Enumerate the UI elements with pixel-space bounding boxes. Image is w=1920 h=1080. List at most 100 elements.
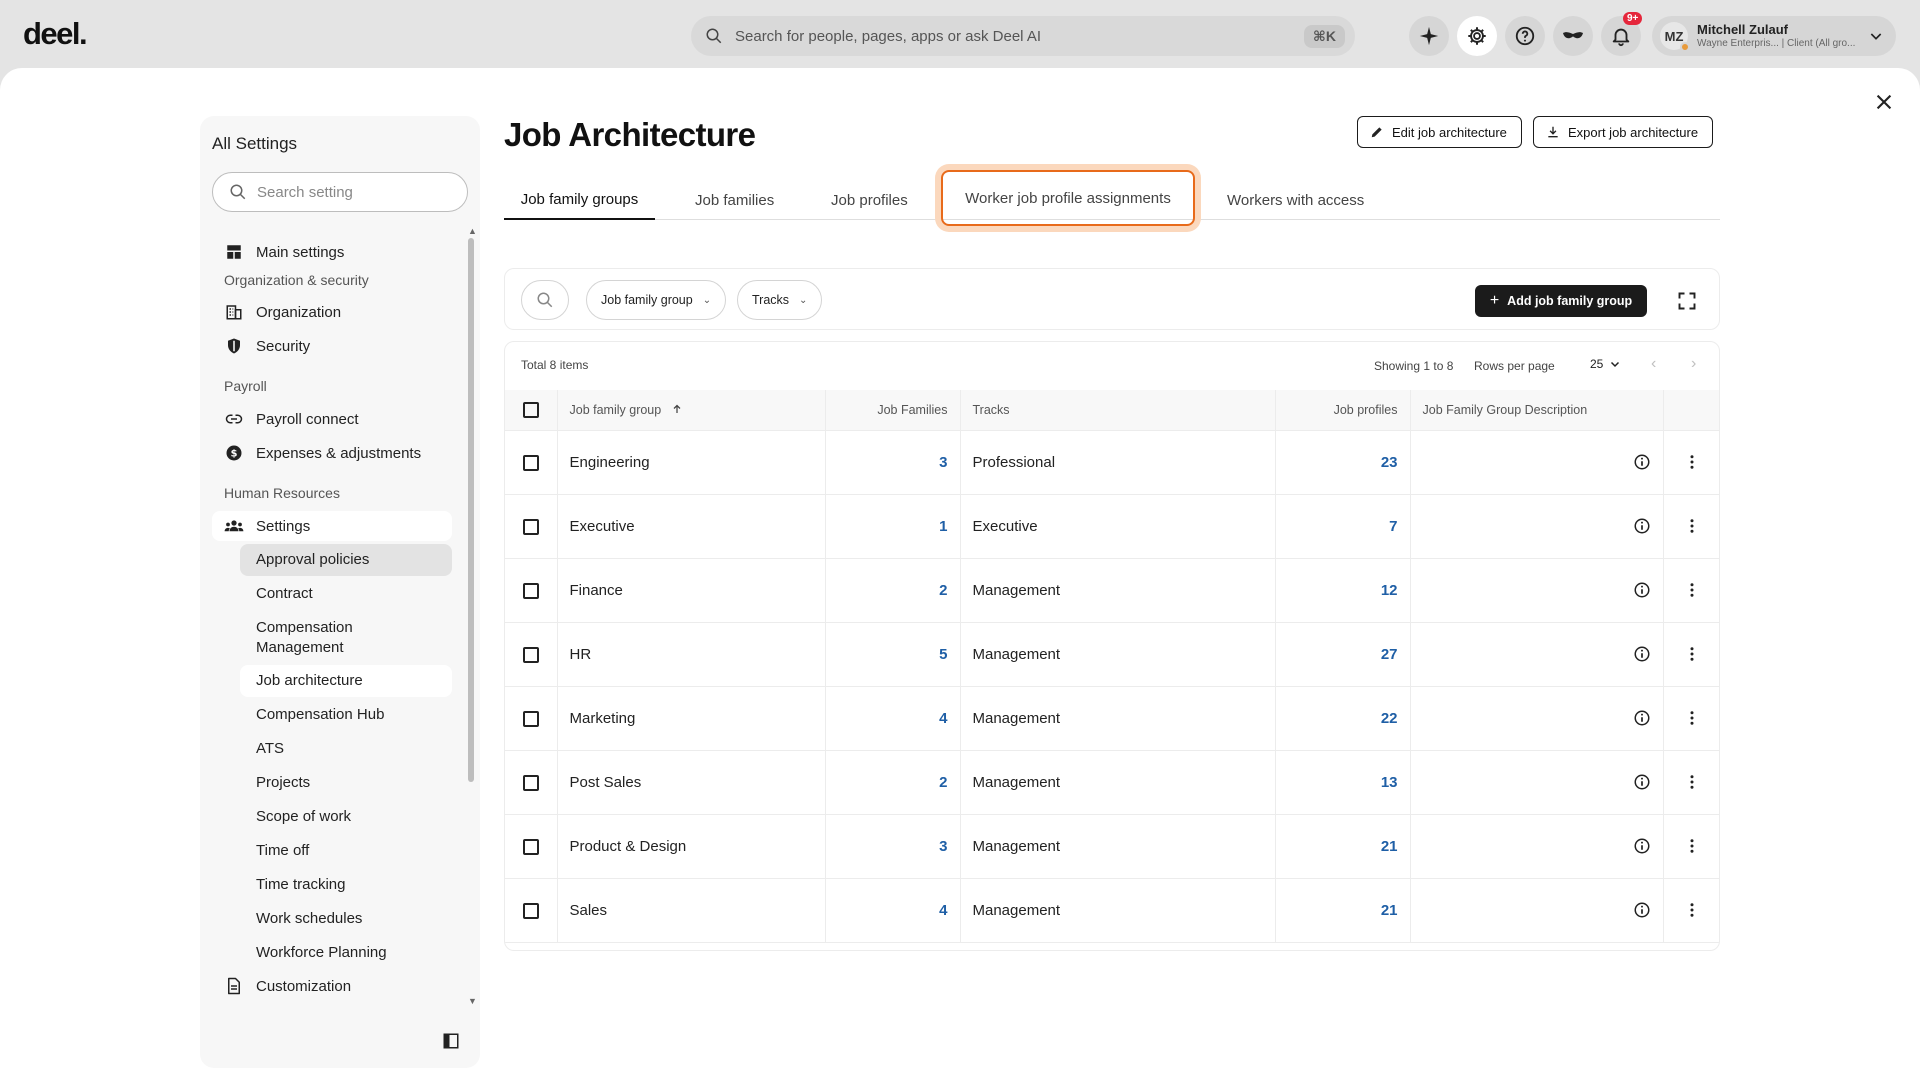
- sidebar-item-security[interactable]: Security: [212, 331, 452, 361]
- sidebar-sub-time-off[interactable]: Time off: [240, 835, 452, 867]
- sidebar-sub-projects[interactable]: Projects: [240, 767, 452, 799]
- sidebar-item-customization[interactable]: Customization: [212, 971, 452, 1001]
- info-icon[interactable]: [1633, 645, 1651, 663]
- cell-job-profiles-link[interactable]: 21: [1275, 814, 1411, 879]
- row-checkbox[interactable]: [522, 518, 539, 535]
- col-job-family-group[interactable]: Job family group: [557, 390, 826, 431]
- add-job-family-group-button[interactable]: + Add job family group: [1475, 285, 1647, 317]
- info-icon[interactable]: [1633, 517, 1651, 535]
- job-family-group-filter[interactable]: Job family group ⌄: [586, 280, 727, 320]
- cell-job-families-link[interactable]: 5: [825, 622, 961, 687]
- more-vertical-icon[interactable]: [1683, 709, 1701, 727]
- col-tracks[interactable]: Tracks: [960, 390, 1276, 431]
- sidebar-sub-time-tracking[interactable]: Time tracking: [240, 869, 452, 901]
- cell-job-profiles-link[interactable]: 23: [1275, 430, 1411, 495]
- row-checkbox[interactable]: [522, 774, 539, 791]
- cell-job-profiles-link[interactable]: 21: [1275, 878, 1411, 943]
- cell-job-families-link[interactable]: 3: [825, 430, 961, 495]
- settings-button[interactable]: [1457, 16, 1497, 56]
- row-checkbox[interactable]: [522, 582, 539, 599]
- sidebar-item-organization[interactable]: Organization: [212, 297, 452, 327]
- export-job-architecture-button[interactable]: Export job architecture: [1533, 116, 1714, 148]
- select-all-checkbox[interactable]: [522, 401, 539, 418]
- cell-job-families-link[interactable]: 4: [825, 878, 961, 943]
- collapse-sidebar-icon[interactable]: [442, 1032, 460, 1050]
- user-menu[interactable]: MZ Mitchell Zulauf Wayne Enterpris... | …: [1652, 16, 1896, 56]
- col-job-profiles[interactable]: Job profiles: [1275, 390, 1411, 431]
- cell-job-families-link[interactable]: 2: [825, 750, 961, 815]
- info-icon[interactable]: [1633, 581, 1651, 599]
- cell-job-profiles-link[interactable]: 22: [1275, 686, 1411, 751]
- cell-job-profiles-link[interactable]: 12: [1275, 558, 1411, 623]
- row-checkbox[interactable]: [522, 710, 539, 727]
- mask-button[interactable]: [1553, 16, 1593, 56]
- table-row[interactable]: Marketing 4 Management 22: [505, 686, 1719, 751]
- sidebar-sub-compensation-hub[interactable]: Compensation Hub: [240, 699, 452, 731]
- deel-logo[interactable]: deel.: [23, 16, 88, 52]
- tab-job-family-groups[interactable]: Job family groups: [504, 180, 655, 220]
- row-checkbox[interactable]: [522, 902, 539, 919]
- fullscreen-icon[interactable]: [1677, 291, 1697, 311]
- next-page-icon[interactable]: ›: [1691, 355, 1696, 373]
- table-row[interactable]: Post Sales 2 Management 13: [505, 750, 1719, 815]
- info-icon[interactable]: [1633, 901, 1651, 919]
- tab-job-families[interactable]: Job families: [695, 180, 774, 220]
- setting-search-input[interactable]: Search setting: [212, 172, 468, 212]
- row-checkbox[interactable]: [522, 454, 539, 471]
- table-row[interactable]: Executive 1 Executive 7: [505, 494, 1719, 559]
- sidebar-item-expenses[interactable]: $ Expenses & adjustments: [212, 438, 452, 468]
- table-row[interactable]: Engineering 3 Professional 23: [505, 430, 1719, 495]
- sidebar-sub-approval-policies[interactable]: Approval policies: [240, 544, 452, 576]
- scroll-down-icon[interactable]: ▼: [468, 996, 477, 1006]
- info-icon[interactable]: [1633, 453, 1651, 471]
- tab-worker-job-profile-assignments[interactable]: Worker job profile assignments: [941, 170, 1195, 226]
- more-vertical-icon[interactable]: [1683, 837, 1701, 855]
- sidebar-scrollbar[interactable]: [468, 238, 474, 782]
- sidebar-sub-job-architecture[interactable]: Job architecture: [240, 665, 452, 697]
- ai-sparkle-button[interactable]: [1409, 16, 1449, 56]
- cell-job-profiles-link[interactable]: 13: [1275, 750, 1411, 815]
- edit-job-architecture-button[interactable]: Edit job architecture: [1357, 116, 1522, 148]
- more-vertical-icon[interactable]: [1683, 453, 1701, 471]
- sidebar-sub-scope-of-work[interactable]: Scope of work: [240, 801, 452, 833]
- cell-job-profiles-link[interactable]: 27: [1275, 622, 1411, 687]
- more-vertical-icon[interactable]: [1683, 581, 1701, 599]
- sidebar-sub-ats[interactable]: ATS: [240, 733, 452, 765]
- cell-job-families-link[interactable]: 1: [825, 494, 961, 559]
- row-checkbox[interactable]: [522, 646, 539, 663]
- more-vertical-icon[interactable]: [1683, 517, 1701, 535]
- info-icon[interactable]: [1633, 709, 1651, 727]
- row-checkbox[interactable]: [522, 838, 539, 855]
- table-row[interactable]: Finance 2 Management 12: [505, 558, 1719, 623]
- tab-job-profiles[interactable]: Job profiles: [831, 180, 908, 220]
- table-row[interactable]: Product & Design 3 Management 21: [505, 814, 1719, 879]
- sidebar-item-main-settings[interactable]: Main settings: [212, 237, 452, 267]
- rows-per-page-select[interactable]: 25: [1590, 357, 1621, 371]
- tab-workers-with-access[interactable]: Workers with access: [1227, 180, 1364, 220]
- table-row[interactable]: Sales 4 Management 21: [505, 878, 1719, 943]
- prev-page-icon[interactable]: ‹: [1651, 355, 1656, 373]
- info-icon[interactable]: [1633, 837, 1651, 855]
- scroll-up-icon[interactable]: ▲: [468, 226, 477, 236]
- sidebar-sub-contract[interactable]: Contract: [240, 578, 452, 610]
- sidebar-item-payroll-connect[interactable]: Payroll connect: [212, 404, 452, 434]
- cell-job-families-link[interactable]: 4: [825, 686, 961, 751]
- table-search-button[interactable]: [521, 280, 569, 320]
- sidebar-sub-workforce-planning[interactable]: Workforce Planning: [240, 937, 452, 969]
- more-vertical-icon[interactable]: [1683, 645, 1701, 663]
- cell-job-families-link[interactable]: 2: [825, 558, 961, 623]
- more-vertical-icon[interactable]: [1683, 773, 1701, 791]
- sidebar-sub-compensation-management[interactable]: Compensation Management: [240, 612, 420, 663]
- table-row[interactable]: HR 5 Management 27: [505, 622, 1719, 687]
- more-vertical-icon[interactable]: [1683, 901, 1701, 919]
- cell-job-families-link[interactable]: 3: [825, 814, 961, 879]
- sidebar-sub-work-schedules[interactable]: Work schedules: [240, 903, 452, 935]
- cell-job-profiles-link[interactable]: 7: [1275, 494, 1411, 559]
- help-button[interactable]: [1505, 16, 1545, 56]
- global-search[interactable]: Search for people, pages, apps or ask De…: [691, 16, 1355, 56]
- info-icon[interactable]: [1633, 773, 1651, 791]
- close-icon[interactable]: [1873, 91, 1895, 113]
- tracks-filter[interactable]: Tracks ⌄: [737, 280, 823, 320]
- col-job-families[interactable]: Job Families: [825, 390, 961, 431]
- sidebar-item-hr-settings[interactable]: Settings: [212, 511, 452, 541]
